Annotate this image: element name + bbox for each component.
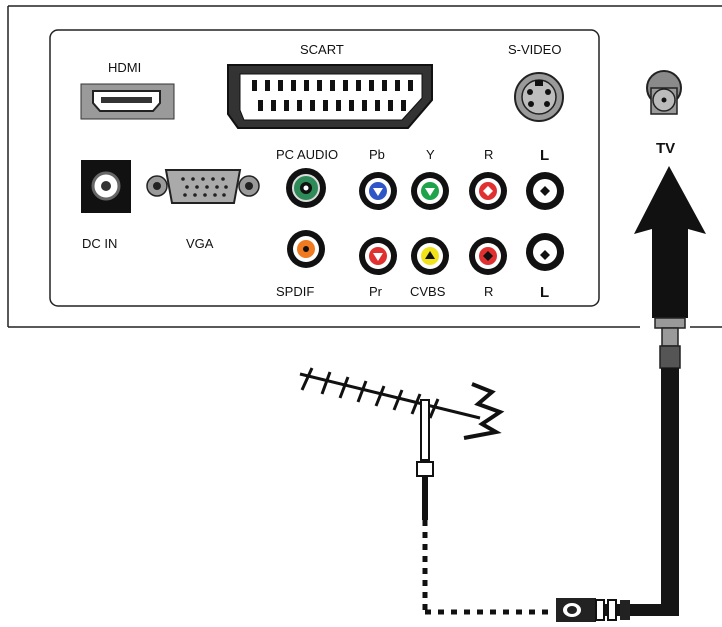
r-bottom-label: R [484,284,493,299]
spdif-label: SPDIF [276,284,314,299]
y-label: Y [426,147,435,162]
pc-audio-jack-icon [286,168,326,208]
scart-label: SCART [300,42,344,57]
l-top-jack-icon [526,172,564,210]
l-top-label: L [540,147,549,164]
dc-in-label: DC IN [82,236,117,251]
connection-diagram: HDMI SCART S-VIDEO TV DC IN VGA PC AUDIO… [7,5,722,622]
arrow-up-icon [634,166,706,318]
r-bottom-jack-icon [469,237,507,275]
vga-label: VGA [186,236,214,251]
scart-port-icon [227,64,433,129]
r-top-jack-icon [469,172,507,210]
l-bottom-label: L [540,284,549,301]
antenna-cable [600,317,686,616]
pr-jack-icon [359,237,397,275]
cvbs-label: CVBS [410,284,446,299]
antenna-icon [299,367,505,520]
pb-label: Pb [369,147,385,162]
spdif-jack-icon [287,230,325,268]
r-top-label: R [484,147,493,162]
svideo-label: S-VIDEO [508,42,561,57]
hdmi-port-icon [80,83,175,120]
y-jack-icon [411,172,449,210]
pr-label: Pr [369,284,383,299]
svideo-port-icon [514,72,564,122]
dc-in-port-icon [81,160,131,213]
cvbs-jack-icon [411,237,449,275]
hdmi-label: HDMI [108,60,141,75]
dashed-antenna-feed [422,520,550,615]
pc-audio-label: PC AUDIO [276,147,338,162]
tv-coax-port-icon [646,70,682,115]
tv-label: TV [656,140,675,157]
pb-jack-icon [359,172,397,210]
l-bottom-jack-icon [526,233,564,271]
